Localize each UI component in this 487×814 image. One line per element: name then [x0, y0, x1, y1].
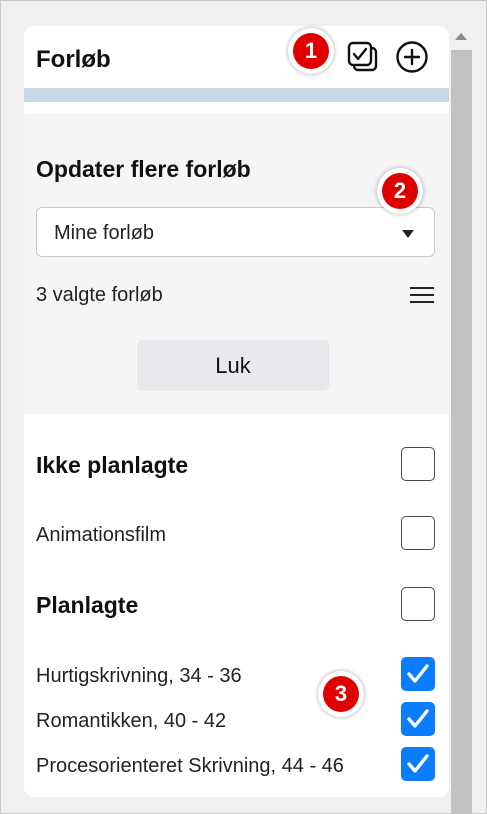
annotation-badge: 2 — [377, 168, 423, 214]
panel-header: Forløb — [24, 26, 449, 88]
scrollbar-thumb[interactable] — [451, 50, 472, 814]
course-filter-dropdown[interactable]: Mine forløb — [36, 207, 435, 257]
hamburger-menu-icon[interactable] — [409, 284, 435, 306]
annotation-badge: 1 — [288, 28, 334, 74]
group-checkbox-unplanned[interactable] — [401, 447, 435, 481]
group-title-unplanned: Ikke planlagte — [36, 452, 189, 478]
scroll-up-arrow-icon[interactable] — [455, 33, 467, 40]
list-item-label: Animationsfilm — [36, 524, 167, 546]
group-title-planned: Planlagte — [36, 592, 139, 618]
bulk-update-title: Opdater flere forløb — [36, 156, 251, 182]
caret-down-icon — [402, 230, 414, 238]
annotation-badge: 3 — [318, 671, 364, 717]
group-checkbox-planned[interactable] — [401, 587, 435, 621]
multi-select-icon[interactable] — [346, 40, 380, 74]
list-item-checkbox[interactable] — [401, 516, 435, 550]
add-circle-icon[interactable] — [395, 40, 429, 74]
checkmark-icon — [407, 754, 429, 773]
list-item-label: Romantikken, 40 - 42 — [36, 710, 227, 732]
close-button[interactable]: Luk — [137, 340, 329, 391]
list-item-label: Procesorienteret Skrivning, 44 - 46 — [36, 755, 344, 777]
list-item-label: Hurtigskrivning, 34 - 36 — [36, 665, 242, 687]
page-title: Forløb — [36, 46, 111, 73]
bulk-update-section: Opdater flere forløb Mine forløb 3 valgt… — [24, 114, 449, 414]
course-panel: Forløb Opdater flere forløb Mine forløb … — [24, 26, 449, 797]
checkmark-icon — [407, 664, 429, 683]
list-item-checkbox-checked[interactable] — [401, 747, 435, 781]
list-item-checkbox-checked[interactable] — [401, 657, 435, 691]
dropdown-selected-value: Mine forløb — [54, 222, 155, 244]
header-divider-strip — [24, 88, 449, 102]
selected-count-text: 3 valgte forløb — [36, 284, 163, 306]
checkmark-icon — [407, 709, 429, 728]
list-item-checkbox-checked[interactable] — [401, 702, 435, 736]
